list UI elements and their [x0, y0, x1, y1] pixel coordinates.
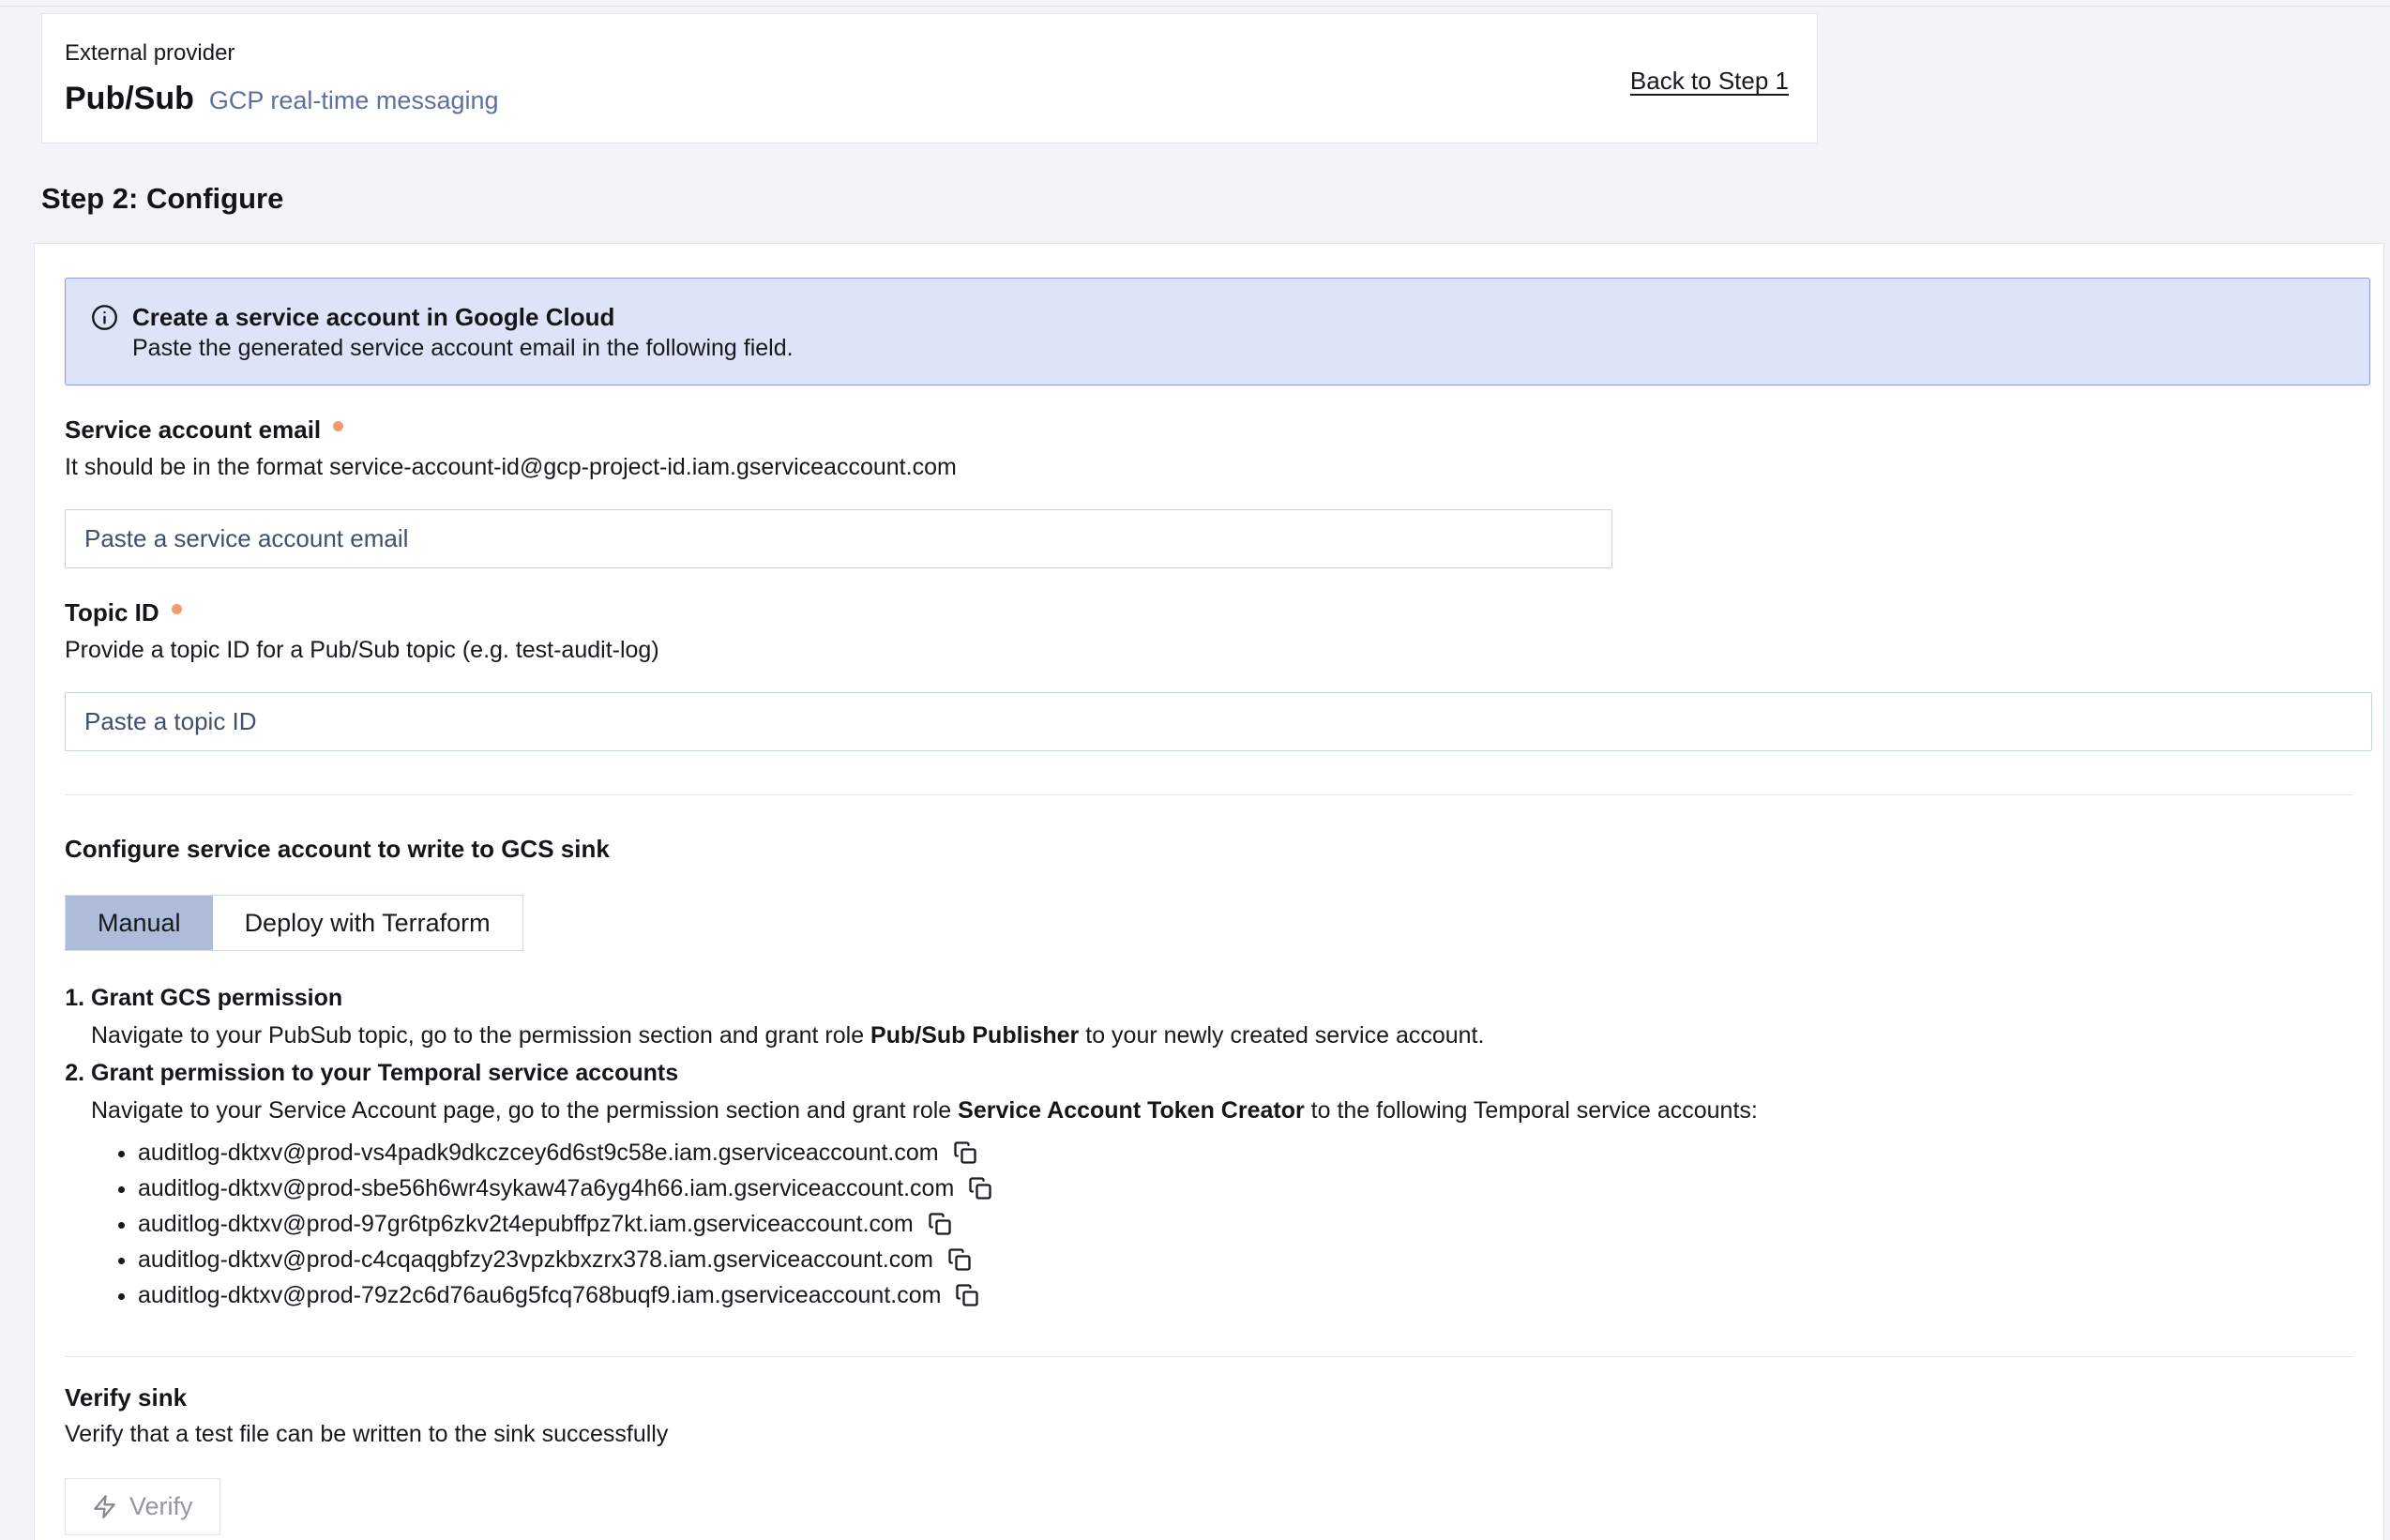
page-top-divider — [0, 0, 2390, 7]
verify-button-label: Verify — [129, 1492, 193, 1521]
info-icon — [90, 303, 119, 332]
verify-button[interactable]: Verify — [65, 1478, 220, 1535]
list-item: auditlog-dktxv@prod-79z2c6d76au6g5fcq768… — [138, 1277, 2370, 1313]
role-name: Service Account Token Creator — [958, 1097, 1305, 1124]
back-to-step-1-link[interactable]: Back to Step 1 — [1630, 67, 1789, 96]
section-divider — [65, 794, 2353, 795]
service-account-email-text: auditlog-dktxv@prod-vs4padk9dkczcey6d6st… — [138, 1135, 939, 1170]
role-name: Pub/Sub Publisher — [870, 1022, 1079, 1049]
service-account-email-hint: It should be in the format service-accou… — [65, 451, 2370, 483]
list-item: auditlog-dktxv@prod-vs4padk9dkczcey6d6st… — [138, 1135, 2370, 1170]
service-account-email-text: auditlog-dktxv@prod-sbe56h6wr4sykaw47a6y… — [138, 1170, 954, 1206]
step-text: Navigate to your PubSub topic, go to the… — [91, 1022, 870, 1049]
temporal-service-accounts-list: auditlog-dktxv@prod-vs4padk9dkczcey6d6st… — [91, 1135, 2370, 1313]
sink-config-tabs: Manual Deploy with Terraform — [65, 895, 523, 951]
info-banner-title: Create a service account in Google Cloud — [132, 302, 794, 333]
info-banner-text: Create a service account in Google Cloud… — [132, 302, 794, 364]
copy-icon[interactable] — [927, 1211, 953, 1237]
required-indicator — [172, 604, 182, 614]
provider-description: GCP real-time messaging — [209, 86, 499, 115]
info-banner-body: Paste the generated service account emai… — [132, 333, 794, 364]
step-item-grant-gcs-permission: Grant GCS permission Navigate to your Pu… — [91, 979, 2370, 1054]
provider-name: Pub/Sub — [65, 81, 194, 117]
page-title: Step 2: Configure — [41, 181, 2390, 217]
service-account-email-field: Service account email It should be in th… — [65, 414, 2370, 568]
tab-deploy-with-terraform[interactable]: Deploy with Terraform — [213, 896, 522, 950]
step-body: Navigate to your PubSub topic, go to the… — [91, 1017, 2370, 1054]
topic-id-label: Topic ID — [65, 596, 159, 628]
list-item: auditlog-dktxv@prod-c4cqaqgbfzy23vpzkbxz… — [138, 1242, 2370, 1277]
copy-icon[interactable] — [946, 1246, 973, 1273]
step-text: to your newly created service account. — [1079, 1022, 1484, 1049]
step-text: Navigate to your Service Account page, g… — [91, 1097, 958, 1124]
verify-sink-title: Verify sink — [65, 1381, 2370, 1413]
service-account-email-input[interactable] — [65, 509, 1612, 568]
verify-sink-hint: Verify that a test file can be written t… — [65, 1418, 2370, 1450]
lightning-bolt-icon — [92, 1494, 117, 1519]
configure-sink-section-title: Configure service account to write to GC… — [65, 833, 2370, 865]
copy-icon[interactable] — [967, 1175, 993, 1201]
topic-id-input[interactable] — [65, 692, 2372, 751]
provider-title-row: Pub/Sub GCP real-time messaging — [65, 81, 1789, 117]
copy-icon[interactable] — [954, 1282, 980, 1308]
tab-manual[interactable]: Manual — [66, 896, 213, 950]
service-account-email-text: auditlog-dktxv@prod-c4cqaqgbfzy23vpzkbxz… — [138, 1242, 933, 1277]
topic-id-label-row: Topic ID — [65, 596, 2370, 628]
list-item: auditlog-dktxv@prod-sbe56h6wr4sykaw47a6y… — [138, 1170, 2370, 1206]
section-divider — [65, 1356, 2353, 1357]
service-account-email-label-row: Service account email — [65, 414, 2370, 445]
step-title: Grant permission to your Temporal servic… — [91, 1054, 2370, 1092]
list-item: auditlog-dktxv@prod-97gr6tp6zkv2t4epubff… — [138, 1206, 2370, 1242]
step-text: to the following Temporal service accoun… — [1305, 1097, 1758, 1124]
step-title: Grant GCS permission — [91, 979, 2370, 1017]
step-item-grant-temporal-permission: Grant permission to your Temporal servic… — [91, 1054, 2370, 1313]
service-account-email-label: Service account email — [65, 414, 321, 445]
manual-steps-list: Grant GCS permission Navigate to your Pu… — [65, 979, 2370, 1313]
step-body: Navigate to your Service Account page, g… — [91, 1092, 2370, 1129]
copy-icon[interactable] — [952, 1140, 978, 1166]
info-banner: Create a service account in Google Cloud… — [65, 278, 2370, 385]
topic-id-hint: Provide a topic ID for a Pub/Sub topic (… — [65, 634, 2370, 666]
topic-id-field: Topic ID Provide a topic ID for a Pub/Su… — [65, 596, 2370, 751]
provider-card-label: External provider — [65, 39, 1789, 68]
provider-card: External provider Pub/Sub GCP real-time … — [41, 13, 1818, 143]
service-account-email-text: auditlog-dktxv@prod-79z2c6d76au6g5fcq768… — [138, 1277, 941, 1313]
service-account-email-text: auditlog-dktxv@prod-97gr6tp6zkv2t4epubff… — [138, 1206, 914, 1242]
configure-form-card: Create a service account in Google Cloud… — [34, 243, 2384, 1540]
required-indicator — [333, 421, 343, 431]
